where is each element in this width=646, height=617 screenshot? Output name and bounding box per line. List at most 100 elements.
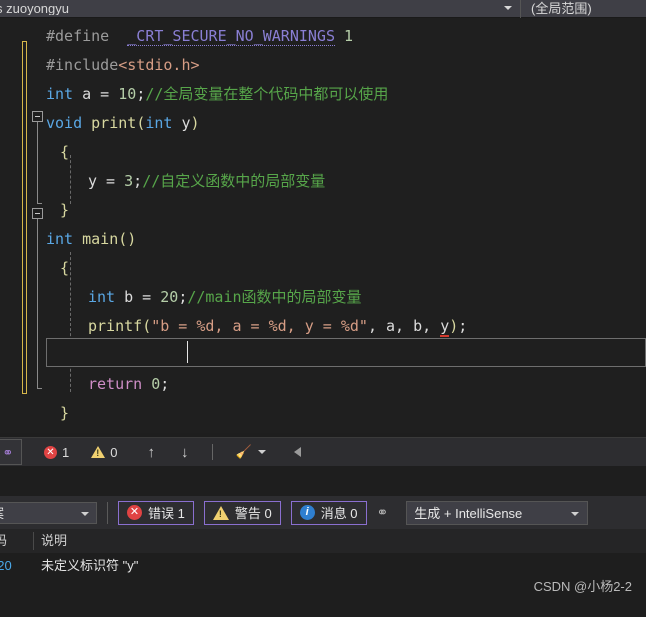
error-circle-icon: ✕ [127,505,142,520]
code-token: ; [178,288,188,306]
error-code-cell: 020 [0,558,12,573]
code-line: printf("b = %d, a = %d, y = %d", a, b, y… [46,312,467,341]
code-token: ( [142,317,152,335]
code-token: #define [46,27,128,45]
code-token: //main函数中的局部变量 [187,288,362,306]
code-token: ; [160,375,170,393]
file-scope-dropdown[interactable]: s zuoyongyu [0,0,521,18]
error-list-toolbar: 案 ✕ 错误 1 警告 0 i 消息 0 ⚭ 生成 + IntelliSense [0,496,646,529]
code-line: int b = 20;//main函数中的局部变量 [46,283,362,312]
warning-triangle-icon [212,505,229,520]
info-circle-icon: i [299,505,315,520]
code-token: //自定义函数中的局部变量 [142,172,326,190]
error-nav-toolbar: ⚭ ✕ 1 0 ↑ ↓ 🧹 [0,437,646,466]
code-line: { [46,138,69,167]
code-line: int main() [46,225,136,254]
code-line: #include<stdio.h> [46,51,200,80]
code-token: a = [73,85,119,103]
warning-count-label: 0 [110,444,118,460]
code-token: int [88,288,116,306]
build-filter-label: 生成 + IntelliSense [414,506,523,521]
error-description-cell: 未定义标识符 "y" [41,558,139,573]
error-count-label: 1 [62,444,70,460]
error-count-indicator[interactable]: ✕ 1 [44,445,69,460]
build-filter-dropdown[interactable]: 生成 + IntelliSense [406,500,589,525]
code-token: } [60,201,70,219]
current-line-highlight [46,338,646,367]
member-scope-dropdown[interactable]: (全局范围) [521,0,646,18]
code-token: } [60,404,70,422]
code-token: main [82,230,119,248]
member-scope-label: (全局范围) [531,1,592,16]
code-line: return 0; [46,370,169,399]
code-token: ( [136,114,146,132]
code-token: 10 [118,85,137,103]
code-token: #include [46,56,119,74]
toggle-messages-label: 消息 0 [320,506,358,521]
previous-error-button[interactable]: ↑ [147,444,155,461]
chevron-down-icon [504,5,512,10]
filter-icon[interactable]: ⚭ [377,504,389,521]
text-caret [187,341,188,363]
code-line: { [46,254,69,283]
next-error-button[interactable]: ↓ [181,444,189,461]
code-token: , a, b, [367,317,441,335]
code-line: y = 3;//自定义函数中的局部变量 [46,167,325,196]
toggle-warnings-button[interactable]: 警告 0 [203,500,281,525]
column-header-code[interactable]: 码 [0,529,7,553]
visual-studio-window: s zuoyongyu (全局范围) #define _CRT_SECURE_N… [0,0,646,617]
code-token: ) [190,114,200,132]
column-header-description[interactable]: 说明 [41,529,67,553]
code-token: //全局变量在整个代码中都可以使用 [145,85,389,103]
column-divider[interactable] [33,532,34,550]
code-token: ; [136,85,146,103]
code-token: 0 [151,375,161,393]
back-arrow-icon[interactable] [293,447,301,457]
chevron-down-icon [81,511,89,516]
toolbar-separator [212,444,214,460]
code-token: int [145,114,173,132]
code-token: () [118,230,137,248]
code-token: return [88,375,143,393]
code-line: } [46,399,69,428]
scope-dropdown[interactable]: 案 [0,501,97,524]
toggle-warnings-label: 警告 0 [234,506,272,521]
code-token: 20 [160,288,179,306]
warning-triangle-icon [91,446,106,458]
code-token: { [60,259,70,277]
code-line: void print(int y) [46,109,200,138]
chevron-down-icon[interactable] [257,450,266,454]
code-line: #define _CRT_SECURE_NO_WARNINGS 1 [46,22,353,51]
code-line: int a = 10;//全局变量在整个代码中都可以使用 [46,80,388,109]
error-list-panel: 案 ✕ 错误 1 警告 0 i 消息 0 ⚭ 生成 + IntelliSense [0,466,646,617]
code-token: int [46,85,74,103]
error-circle-icon: ✕ [44,445,57,459]
code-token: y [440,317,450,337]
toolbar-separator [107,501,108,524]
broom-icon[interactable]: 🧹 [235,444,251,460]
code-line: } [46,196,69,225]
editor-navigation-bar: s zuoyongyu (全局范围) [0,0,646,18]
code-token: y = [88,172,125,190]
code-token: { [60,143,70,161]
file-scope-label: s zuoyongyu [0,2,69,15]
toggle-errors-label: 错误 1 [148,506,185,521]
scope-dropdown-label: 案 [0,503,4,522]
toggle-messages-button[interactable]: i 消息 0 [290,500,367,525]
intellisense-icon[interactable]: ⚭ [0,439,22,465]
code-token: "b = %d, a = %d, y = %d" [151,317,368,335]
code-token: <stdio.h> [118,56,200,74]
code-token: b = [115,288,161,306]
code-token: 1 [344,27,354,45]
code-token: int [46,230,74,248]
code-editor[interactable]: #define _CRT_SECURE_NO_WARNINGS 1 #includ… [0,18,646,433]
code-token: printf [88,317,143,335]
code-token: ; [133,172,143,190]
code-token: void [46,114,83,132]
warning-count-indicator[interactable]: 0 [91,445,117,460]
code-token: ; [458,317,468,335]
toggle-errors-button[interactable]: ✕ 错误 1 [118,500,194,525]
